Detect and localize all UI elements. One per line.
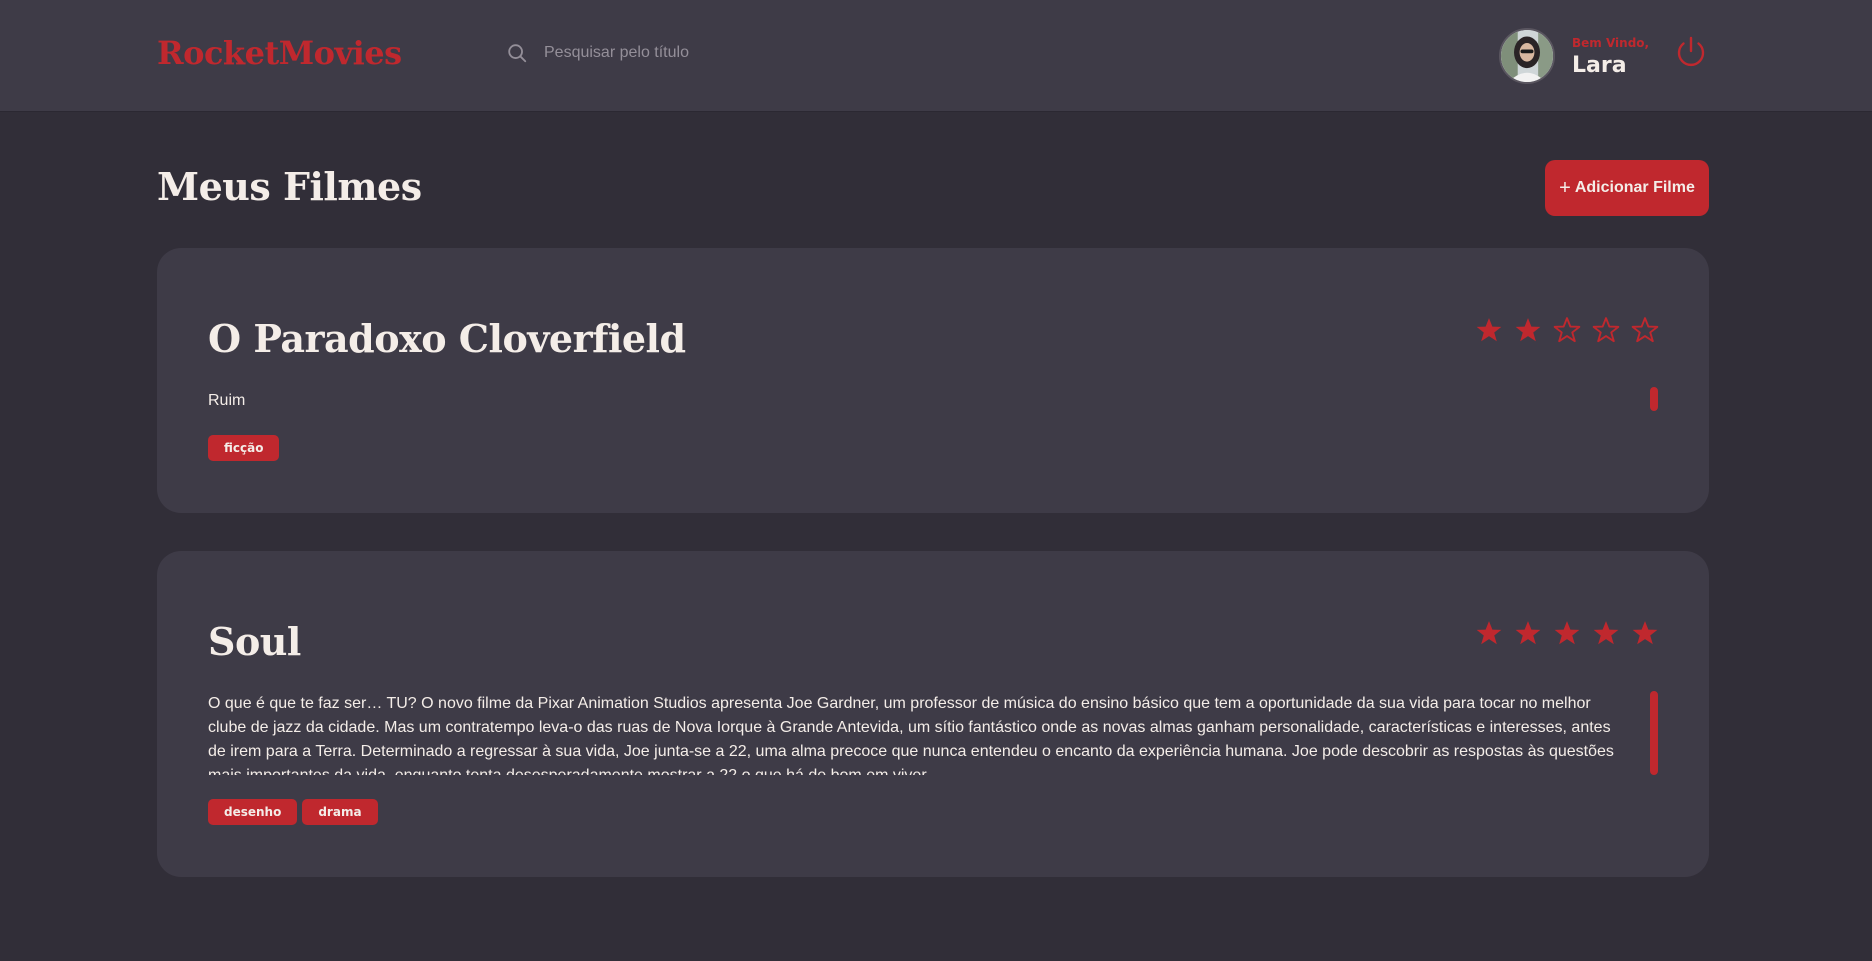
movie-description-scroll[interactable]: Ruim [208,389,1624,413]
movie-title: O Paradoxo Cloverfield [208,316,686,361]
star-outline-icon [1553,317,1581,343]
description-scrollbar[interactable] [1650,387,1658,411]
add-movie-button[interactable]: + Adicionar Filme [1545,160,1709,216]
star-filled-icon [1515,621,1541,645]
welcome-label: Bem Vindo, [1572,36,1650,50]
app-logo[interactable]: RocketMovies [157,34,402,72]
plus-icon: + [1559,177,1571,199]
avatar-image [1501,30,1553,82]
tag: drama [302,799,378,825]
user-name: Lara [1572,53,1627,78]
page-title: Meus Filmes [157,164,422,209]
movie-description: O que é que te faz ser… TU? O novo filme… [208,695,1614,775]
movie-description-scroll[interactable]: O que é que te faz ser… TU? O novo filme… [208,692,1624,775]
star-filled-icon [1632,621,1658,645]
tag: ficção [208,435,280,461]
movie-tags: ficção [208,435,280,461]
star-outline-icon [1631,317,1659,343]
add-movie-label: Adicionar Filme [1574,179,1695,196]
user-greeting: Bem Vindo, Lara [1572,36,1649,78]
star-outline-icon [1592,317,1620,343]
star-filled-icon [1476,318,1502,342]
app-header: RocketMovies Bem Vindo, Lara [0,0,1872,112]
movie-rating [1475,619,1659,647]
movie-card[interactable]: O Paradoxo Cloverfield Ruim ficção [157,248,1709,513]
search-bar [506,36,1266,70]
movie-tags: desenho drama [208,799,378,825]
star-filled-icon [1593,621,1619,645]
search-input[interactable] [544,44,1266,62]
tag: desenho [208,799,298,825]
star-filled-icon [1554,621,1580,645]
movie-rating [1475,316,1659,344]
power-icon[interactable] [1673,34,1709,70]
avatar[interactable] [1499,28,1555,84]
search-icon [508,44,527,63]
star-filled-icon [1476,621,1502,645]
movie-description: Ruim [208,392,246,409]
movie-card[interactable]: Soul O que é que te faz ser… TU? O novo … [157,551,1709,877]
star-filled-icon [1515,318,1541,342]
movie-title: Soul [208,619,301,664]
description-scrollbar[interactable] [1650,691,1658,775]
